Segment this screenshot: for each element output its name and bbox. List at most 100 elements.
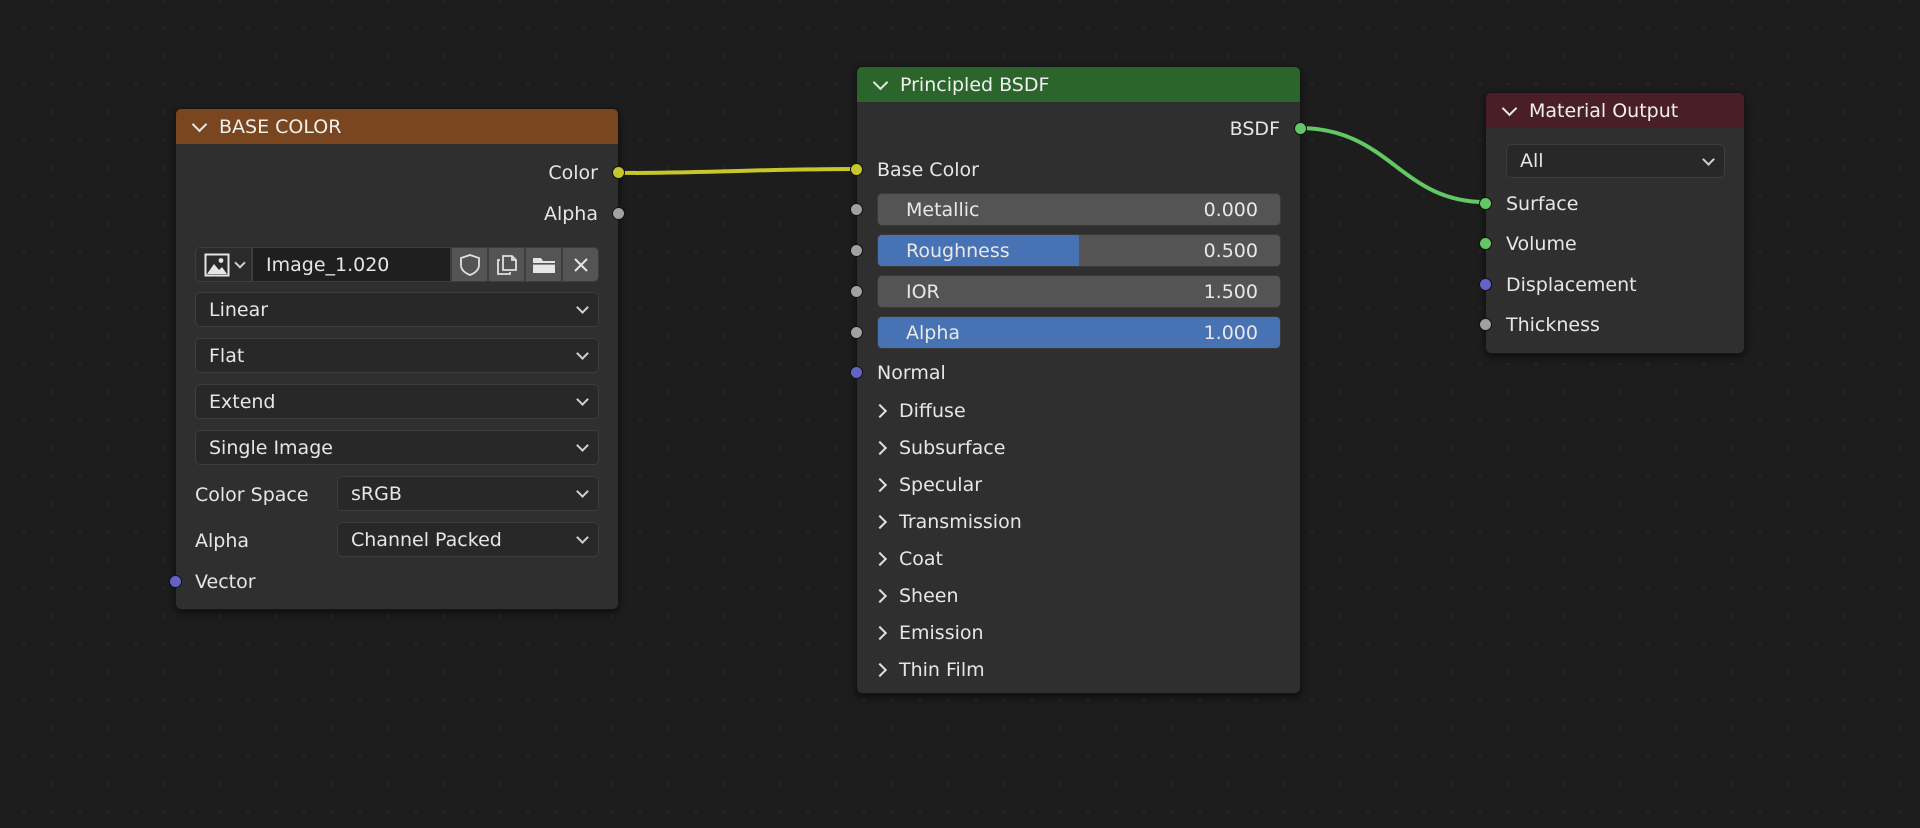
alpha-slider[interactable]: Alpha 1.000 [877, 316, 1281, 349]
panel-specular[interactable]: Specular [872, 470, 983, 500]
metallic-value: 0.000 [1203, 199, 1258, 221]
image-selector[interactable]: Image_1.020 [195, 247, 599, 282]
input-roughness-socket[interactable] [850, 244, 863, 257]
alpha-mode-label: Alpha [195, 530, 250, 552]
panel-label: Subsurface [899, 437, 1006, 459]
alpha-value: 1.000 [1203, 322, 1258, 344]
panel-label: Sheen [899, 585, 959, 607]
shield-icon [459, 253, 480, 276]
input-base-color-socket[interactable] [850, 163, 863, 176]
roughness-label: Roughness [906, 240, 1010, 262]
render-target-dropdown[interactable]: All [1506, 144, 1725, 178]
collapse-chevron-icon[interactable] [1501, 100, 1518, 116]
extension-value: Extend [209, 390, 276, 413]
ior-value: 1.500 [1203, 281, 1258, 303]
bsdf-node-title: Principled BSDF [900, 73, 1050, 96]
source-value: Single Image [209, 436, 333, 459]
input-volume-label: Volume [1506, 233, 1577, 255]
interpolation-value: Linear [209, 298, 269, 321]
color-space-value: sRGB [351, 482, 402, 505]
render-target-value: All [1520, 150, 1544, 172]
projection-dropdown[interactable]: Flat [195, 338, 599, 373]
chevron-right-icon [872, 440, 888, 456]
image-name-field[interactable]: Image_1.020 [252, 247, 451, 282]
input-alpha-socket[interactable] [850, 326, 863, 339]
panel-diffuse[interactable]: Diffuse [872, 396, 966, 426]
metallic-label: Metallic [906, 199, 980, 221]
panel-label: Emission [899, 622, 984, 644]
image-texture-node[interactable]: BASE COLOR Color Alpha Image_1.020 Linea… [169, 108, 625, 610]
input-thickness-label: Thickness [1506, 314, 1600, 336]
chevron-right-icon [872, 588, 888, 604]
input-ior-socket[interactable] [850, 285, 863, 298]
folder-icon [532, 257, 555, 273]
input-displacement-label: Displacement [1506, 274, 1637, 296]
chevron-right-icon [872, 403, 888, 419]
link-bsdf-to-surface[interactable] [1298, 126, 1486, 204]
input-displacement-socket[interactable] [1479, 278, 1492, 291]
image-browse-button[interactable] [195, 247, 252, 282]
panel-coat[interactable]: Coat [872, 544, 943, 574]
alpha-mode-value: Channel Packed [351, 528, 502, 551]
output-node-header[interactable]: Material Output [1486, 93, 1744, 128]
alpha-label: Alpha [906, 322, 961, 344]
collapse-chevron-icon[interactable] [191, 116, 208, 132]
panel-label: Specular [899, 474, 983, 496]
ior-slider[interactable]: IOR 1.500 [877, 275, 1281, 308]
output-node-title: Material Output [1529, 99, 1679, 122]
image-name-text: Image_1.020 [266, 253, 390, 276]
input-thickness-socket[interactable] [1479, 318, 1492, 331]
collapse-chevron-icon[interactable] [872, 74, 889, 90]
input-vector-label: Vector [195, 571, 256, 593]
panel-label: Transmission [899, 511, 1022, 533]
material-output-node[interactable]: Material Output All Surface Volume Displ… [1479, 92, 1745, 354]
panel-label: Thin Film [899, 659, 985, 681]
panel-transmission[interactable]: Transmission [872, 507, 1022, 537]
source-dropdown[interactable]: Single Image [195, 430, 599, 465]
panel-emission[interactable]: Emission [872, 618, 984, 648]
input-base-color-label: Base Color [877, 159, 979, 181]
color-space-dropdown[interactable]: sRGB [337, 476, 599, 511]
input-vector-socket[interactable] [169, 575, 182, 588]
input-volume-socket[interactable] [1479, 237, 1492, 250]
alpha-mode-dropdown[interactable]: Channel Packed [337, 522, 599, 557]
output-color-socket[interactable] [612, 166, 625, 179]
image-icon [204, 253, 229, 276]
input-metallic-socket[interactable] [850, 203, 863, 216]
metallic-slider[interactable]: Metallic 0.000 [877, 193, 1281, 226]
open-image-button[interactable] [525, 247, 562, 282]
chevron-down-icon [576, 485, 589, 498]
unlink-image-button[interactable] [562, 247, 599, 282]
principled-bsdf-node[interactable]: Principled BSDF BSDF Base Color Metallic… [850, 66, 1307, 694]
chevron-down-icon [576, 439, 589, 452]
panel-label: Diffuse [899, 400, 966, 422]
output-alpha-label: Alpha [543, 203, 598, 225]
input-normal-socket[interactable] [850, 366, 863, 379]
input-surface-socket[interactable] [1479, 197, 1492, 210]
roughness-slider[interactable]: Roughness 0.500 [877, 234, 1281, 267]
input-normal-label: Normal [877, 362, 946, 384]
output-color-label: Color [548, 162, 598, 184]
panel-sheen[interactable]: Sheen [872, 581, 959, 611]
color-space-label: Color Space [195, 484, 309, 506]
chevron-right-icon [872, 551, 888, 567]
chevron-down-icon [576, 393, 589, 406]
duplicate-image-button[interactable] [488, 247, 525, 282]
image-node-header[interactable]: BASE COLOR [176, 109, 618, 144]
output-bsdf-socket[interactable] [1294, 122, 1307, 135]
fake-user-button[interactable] [451, 247, 488, 282]
projection-value: Flat [209, 344, 245, 367]
panel-subsurface[interactable]: Subsurface [872, 433, 1006, 463]
panel-thin-film[interactable]: Thin Film [872, 655, 985, 685]
close-icon [573, 257, 588, 272]
output-alpha-socket[interactable] [612, 207, 625, 220]
chevron-right-icon [872, 625, 888, 641]
chevron-right-icon [872, 477, 888, 493]
bsdf-node-header[interactable]: Principled BSDF [857, 67, 1300, 102]
link-color-to-base-color[interactable] [616, 167, 858, 175]
duplicate-icon [496, 254, 517, 275]
interpolation-dropdown[interactable]: Linear [195, 292, 599, 327]
chevron-down-icon [1702, 153, 1715, 166]
chevron-down-icon [576, 301, 589, 314]
extension-dropdown[interactable]: Extend [195, 384, 599, 419]
